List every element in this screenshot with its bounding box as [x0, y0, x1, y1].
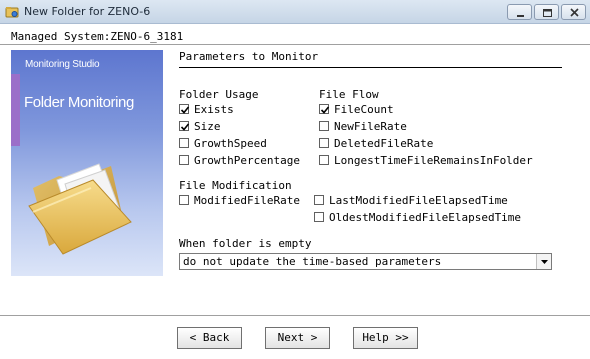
header-divider: [0, 44, 590, 45]
folder-usage-label: Folder Usage: [179, 88, 259, 101]
checkbox-label: ModifiedFileRate: [194, 194, 300, 207]
next-button[interactable]: Next >: [265, 327, 330, 349]
section-title: Parameters to Monitor: [179, 50, 319, 63]
checkbox-lastmodifiedfileelapsedtime[interactable]: LastModifiedFileElapsedTime: [314, 194, 554, 207]
checkbox-label: GrowthPercentage: [194, 154, 300, 167]
checkbox-box[interactable]: [179, 138, 189, 148]
app-folder-icon: [5, 7, 19, 18]
minimize-icon: [517, 15, 524, 17]
splash-brand: Monitoring Studio: [25, 59, 100, 70]
file-flow-label: File Flow: [319, 88, 379, 101]
dropdown-arrow[interactable]: [536, 254, 551, 269]
checkbox-box[interactable]: [319, 121, 329, 131]
checkbox-box[interactable]: [179, 155, 189, 165]
checkbox-label: OldestModifiedFileElapsedTime: [329, 211, 522, 224]
checkbox-oldestmodifiedfileelapsedtime[interactable]: OldestModifiedFileElapsedTime: [314, 211, 554, 224]
checkbox-label: DeletedFileRate: [334, 137, 434, 150]
splash-heading: Folder Monitoring: [24, 94, 134, 111]
checkbox-deletedfilerate[interactable]: DeletedFileRate: [319, 137, 559, 150]
chevron-down-icon: [541, 260, 548, 264]
window-title: New Folder for ZENO-6: [24, 5, 151, 18]
checkbox-box[interactable]: [179, 104, 190, 114]
folder-illustration-icon: [28, 163, 132, 255]
checkmark-icon: [180, 123, 190, 131]
checkbox-filecount[interactable]: FileCount: [319, 103, 559, 116]
checkbox-box[interactable]: [314, 212, 324, 222]
accent-bar: [11, 74, 20, 146]
checkbox-label: Size: [194, 120, 221, 133]
maximize-button[interactable]: [534, 4, 559, 20]
empty-folder-label: When folder is empty: [179, 237, 312, 250]
help-button[interactable]: Help >>: [353, 327, 418, 349]
checkbox-newfilerate[interactable]: NewFileRate: [319, 120, 559, 133]
checkbox-label: GrowthSpeed: [194, 137, 267, 150]
checkbox-box[interactable]: [314, 195, 324, 205]
minimize-button[interactable]: [507, 4, 532, 20]
splash-banner: Monitoring Studio Folder Monitoring: [11, 50, 163, 276]
empty-folder-select[interactable]: do not update the time-based parameters: [179, 253, 552, 270]
checkbox-box[interactable]: [179, 195, 189, 205]
checkbox-box[interactable]: [319, 155, 329, 165]
checkbox-label: Exists: [194, 103, 234, 116]
checkbox-longesttimefileremainsinfolder[interactable]: LongestTimeFileRemainsInFolder: [319, 154, 559, 167]
checkbox-label: LastModifiedFileElapsedTime: [329, 194, 508, 207]
close-button[interactable]: [561, 4, 586, 20]
checkbox-box[interactable]: [319, 138, 329, 148]
checkmark-icon: [180, 106, 190, 114]
close-icon: [570, 8, 579, 17]
footer-divider: [0, 315, 590, 316]
maximize-icon: [543, 9, 552, 17]
title-bar: New Folder for ZENO-6: [0, 0, 590, 24]
empty-folder-select-value: do not update the time-based parameters: [183, 255, 442, 268]
checkbox-box[interactable]: [179, 121, 190, 131]
managed-system-label: Managed System:ZENO-6_3181: [11, 30, 184, 43]
checkbox-box[interactable]: [319, 104, 330, 114]
checkmark-icon: [320, 106, 330, 114]
checkbox-label: FileCount: [334, 103, 394, 116]
section-divider: [179, 67, 562, 68]
checkbox-label: NewFileRate: [334, 120, 407, 133]
file-modification-label: File Modification: [179, 179, 292, 192]
checkbox-label: LongestTimeFileRemainsInFolder: [334, 154, 533, 167]
back-button[interactable]: < Back: [177, 327, 242, 349]
